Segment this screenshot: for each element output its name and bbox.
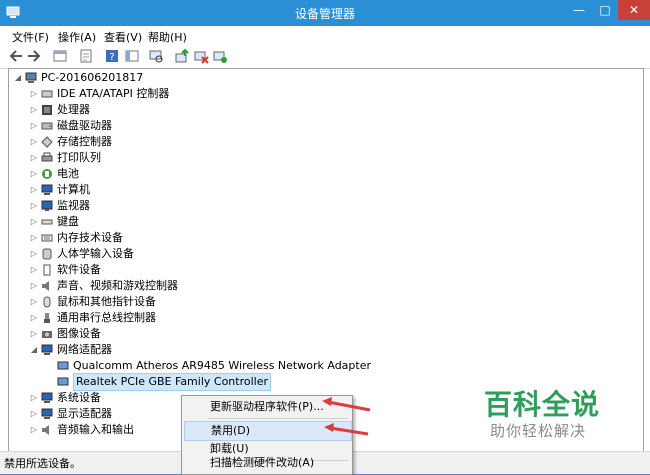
camera-icon bbox=[42, 331, 52, 338]
expand-icon[interactable]: ▷ bbox=[29, 150, 39, 166]
tree-item-label: 鼠标和其他指针设备 bbox=[57, 295, 156, 308]
menu-item-label: 禁用(D) bbox=[211, 424, 251, 437]
tree-item-label: 计算机 bbox=[57, 183, 90, 196]
battery-icon bbox=[42, 169, 52, 179]
close-button[interactable]: ✕ bbox=[618, 0, 650, 20]
maximize-button[interactable]: □ bbox=[592, 0, 618, 20]
tree-item-label: 处理器 bbox=[57, 103, 90, 116]
processor-icon bbox=[42, 105, 52, 115]
keyboard-icon bbox=[41, 219, 53, 225]
collapse-icon[interactable]: ◢ bbox=[13, 70, 23, 86]
tree-item-label: 电池 bbox=[57, 167, 79, 180]
disk-drive-icon bbox=[41, 122, 53, 130]
ide-controller-icon bbox=[41, 90, 53, 98]
display-adapter-icon bbox=[41, 408, 53, 419]
network-adapter-icon bbox=[41, 344, 53, 355]
memory-device-icon bbox=[41, 234, 53, 242]
tree-item-label: 显示适配器 bbox=[57, 407, 112, 420]
scan-icon[interactable] bbox=[148, 48, 164, 64]
tree-item-label: 软件设备 bbox=[57, 263, 101, 276]
tree-item-label: 声音、视频和游戏控制器 bbox=[57, 279, 178, 292]
menu-help[interactable]: 帮助(H) bbox=[148, 29, 187, 45]
tree-item-label: 图像设备 bbox=[57, 327, 101, 340]
speaker-icon bbox=[42, 281, 49, 291]
menu-item-scan[interactable]: 扫描检测硬件改动(A) bbox=[184, 455, 350, 471]
menubar: 文件(F) 操作(A) 查看(V) 帮助(H) bbox=[0, 26, 650, 46]
svg-text:?: ? bbox=[109, 52, 114, 63]
menu-item-label: 扫描检测硬件改动(A) bbox=[210, 456, 315, 469]
tree-item-label: 网络适配器 bbox=[57, 343, 112, 356]
tree-item-label: 内存技术设备 bbox=[57, 231, 123, 244]
collapse-icon[interactable]: ◢ bbox=[29, 342, 39, 358]
network-adapter-icon bbox=[57, 377, 69, 386]
expand-icon[interactable]: ▷ bbox=[29, 278, 39, 294]
expand-icon[interactable]: ▷ bbox=[29, 310, 39, 326]
tree-item-label: 人体学输入设备 bbox=[57, 247, 134, 260]
expand-icon[interactable]: ▷ bbox=[29, 326, 39, 342]
printer-icon bbox=[41, 152, 53, 162]
expand-icon[interactable]: ▷ bbox=[29, 294, 39, 310]
tree-item-label: Realtek PCIe GBE Family Controller bbox=[73, 373, 272, 391]
expand-icon[interactable]: ▷ bbox=[29, 182, 39, 198]
disable-icon[interactable] bbox=[193, 48, 209, 64]
usb-icon bbox=[44, 313, 50, 323]
menu-view[interactable]: 查看(V) bbox=[104, 29, 142, 45]
tree-item-label: 通用串行总线控制器 bbox=[57, 311, 156, 324]
view-icon[interactable] bbox=[52, 48, 68, 64]
expand-icon[interactable]: ▷ bbox=[29, 246, 39, 262]
update-driver-icon[interactable] bbox=[174, 48, 190, 64]
storage-controller-icon bbox=[41, 136, 53, 148]
tree-item-label: 系统设备 bbox=[57, 391, 101, 404]
network-adapter-icon bbox=[57, 361, 69, 370]
watermark-subtitle: 助你轻松解决 bbox=[490, 422, 587, 440]
menu-item-label: 更新驱动程序软件(P)... bbox=[210, 400, 324, 413]
expand-icon[interactable]: ▷ bbox=[29, 134, 39, 150]
tree-item-label: IDE ATA/ATAPI 控制器 bbox=[57, 87, 170, 100]
hid-icon bbox=[42, 248, 52, 260]
expand-icon[interactable]: ▷ bbox=[29, 86, 39, 102]
expand-icon[interactable]: ▷ bbox=[29, 118, 39, 134]
tree-item-label: 音频输入和输出 bbox=[57, 423, 134, 436]
annotation-arrows bbox=[322, 397, 371, 436]
forward-icon[interactable] bbox=[26, 48, 42, 64]
mouse-icon bbox=[43, 296, 51, 308]
computer-icon bbox=[25, 72, 37, 83]
monitor-icon bbox=[41, 200, 53, 211]
menu-file[interactable]: 文件(F) bbox=[12, 29, 49, 45]
tree-item-label: 监视器 bbox=[57, 199, 90, 212]
expand-icon[interactable]: ▷ bbox=[29, 214, 39, 230]
expand-icon[interactable]: ▷ bbox=[29, 166, 39, 182]
titlebar: 设备管理器 — □ ✕ bbox=[0, 0, 650, 26]
expand-icon[interactable]: ▷ bbox=[29, 422, 39, 438]
tree-root-label: PC-201606201817 bbox=[41, 71, 144, 84]
expand-icon[interactable]: ▷ bbox=[29, 406, 39, 422]
back-icon[interactable] bbox=[8, 48, 24, 64]
tree-item-label: 打印队列 bbox=[57, 151, 101, 164]
expand-icon[interactable]: ▷ bbox=[29, 230, 39, 246]
window-title: 设备管理器 bbox=[294, 7, 355, 21]
watermark-title: 百科全说 bbox=[484, 388, 601, 421]
status-text: 禁用所选设备。 bbox=[4, 457, 81, 470]
system-device-icon bbox=[41, 392, 53, 403]
toolbar: ? bbox=[0, 45, 650, 69]
expand-icon[interactable]: ▷ bbox=[29, 262, 39, 278]
console-icon[interactable] bbox=[124, 48, 140, 64]
uninstall-icon[interactable] bbox=[212, 48, 228, 64]
expand-icon[interactable]: ▷ bbox=[29, 198, 39, 214]
software-device-icon bbox=[43, 264, 51, 276]
tree-item-label: Qualcomm Atheros AR9485 Wireless Network… bbox=[73, 359, 371, 372]
minimize-button[interactable]: — bbox=[566, 0, 592, 20]
tree-item-label: 键盘 bbox=[57, 215, 79, 228]
props-icon[interactable] bbox=[78, 48, 94, 64]
computer-icon bbox=[41, 184, 53, 195]
tree-item-label: 磁盘驱动器 bbox=[57, 119, 112, 132]
expand-icon[interactable]: ▷ bbox=[29, 102, 39, 118]
tree-item-label: 存储控制器 bbox=[57, 135, 112, 148]
help-icon[interactable]: ? bbox=[104, 48, 120, 64]
expand-icon[interactable]: ▷ bbox=[29, 390, 39, 406]
speaker-icon bbox=[42, 425, 49, 435]
menu-action[interactable]: 操作(A) bbox=[58, 29, 96, 45]
device-manager-window: 设备管理器 — □ ✕ 文件(F) 操作(A) 查看(V) 帮助(H) ? ◢ … bbox=[0, 0, 650, 475]
